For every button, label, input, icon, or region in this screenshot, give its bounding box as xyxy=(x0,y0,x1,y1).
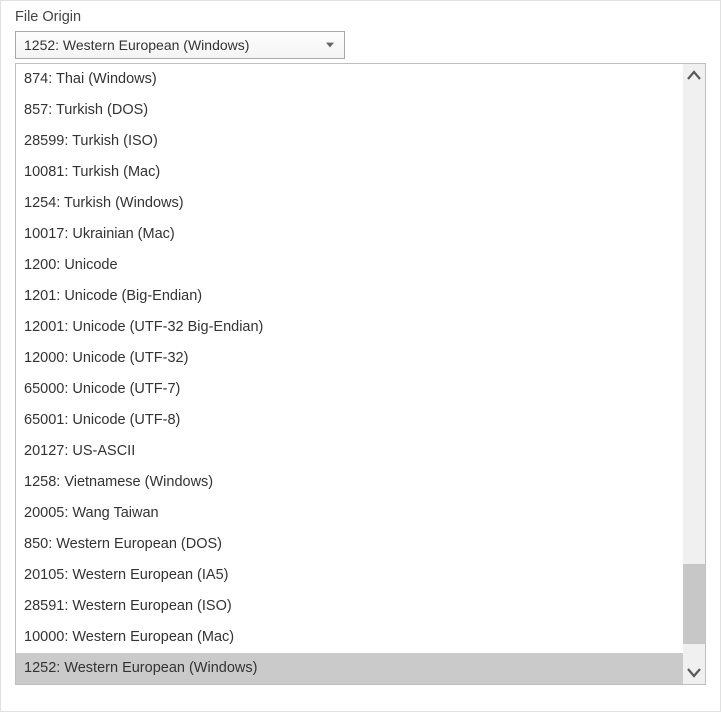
dropdown-option[interactable]: 1258: Vietnamese (Windows) xyxy=(16,467,683,498)
dropdown-option[interactable]: 1200: Unicode xyxy=(16,250,683,281)
dropdown-option[interactable]: 10000: Western European (Mac) xyxy=(16,622,683,653)
dropdown-option[interactable]: 10017: Ukrainian (Mac) xyxy=(16,219,683,250)
dropdown-option[interactable]: 20127: US-ASCII xyxy=(16,436,683,467)
option-list: 874: Thai (Windows)857: Turkish (DOS)285… xyxy=(16,64,683,684)
dropdown-option[interactable]: 850: Western European (DOS) xyxy=(16,529,683,560)
dropdown-option[interactable]: 10081: Turkish (Mac) xyxy=(16,157,683,188)
scroll-up-button[interactable] xyxy=(683,64,705,86)
dropdown-caret-icon xyxy=(322,42,338,48)
file-origin-dropdown: 874: Thai (Windows)857: Turkish (DOS)285… xyxy=(15,63,706,685)
scroll-down-button[interactable] xyxy=(683,662,705,684)
dropdown-option[interactable]: 12001: Unicode (UTF-32 Big-Endian) xyxy=(16,312,683,343)
dropdown-option[interactable]: 20005: Wang Taiwan xyxy=(16,498,683,529)
chevron-up-icon xyxy=(687,70,701,80)
dropdown-option[interactable]: 874: Thai (Windows) xyxy=(16,64,683,95)
dropdown-option[interactable]: 65001: Unicode (UTF-8) xyxy=(16,405,683,436)
dropdown-option[interactable]: 28591: Western European (ISO) xyxy=(16,591,683,622)
dropdown-option[interactable]: 28599: Turkish (ISO) xyxy=(16,126,683,157)
scrollbar xyxy=(683,64,705,684)
file-origin-select[interactable]: 1252: Western European (Windows) xyxy=(15,31,345,59)
dropdown-option[interactable]: 12000: Unicode (UTF-32) xyxy=(16,343,683,374)
dropdown-option[interactable]: 1252: Western European (Windows) xyxy=(16,653,683,684)
file-origin-label: File Origin xyxy=(15,9,706,25)
dropdown-option[interactable]: 20105: Western European (IA5) xyxy=(16,560,683,591)
chevron-down-icon xyxy=(687,668,701,678)
file-origin-selected-value: 1252: Western European (Windows) xyxy=(24,37,249,53)
dropdown-option[interactable]: 1201: Unicode (Big-Endian) xyxy=(16,281,683,312)
dropdown-option[interactable]: 1254: Turkish (Windows) xyxy=(16,188,683,219)
scroll-track[interactable] xyxy=(683,86,705,662)
dropdown-option[interactable]: 65000: Unicode (UTF-7) xyxy=(16,374,683,405)
dropdown-option[interactable]: 857: Turkish (DOS) xyxy=(16,95,683,126)
scroll-thumb[interactable] xyxy=(683,564,705,644)
